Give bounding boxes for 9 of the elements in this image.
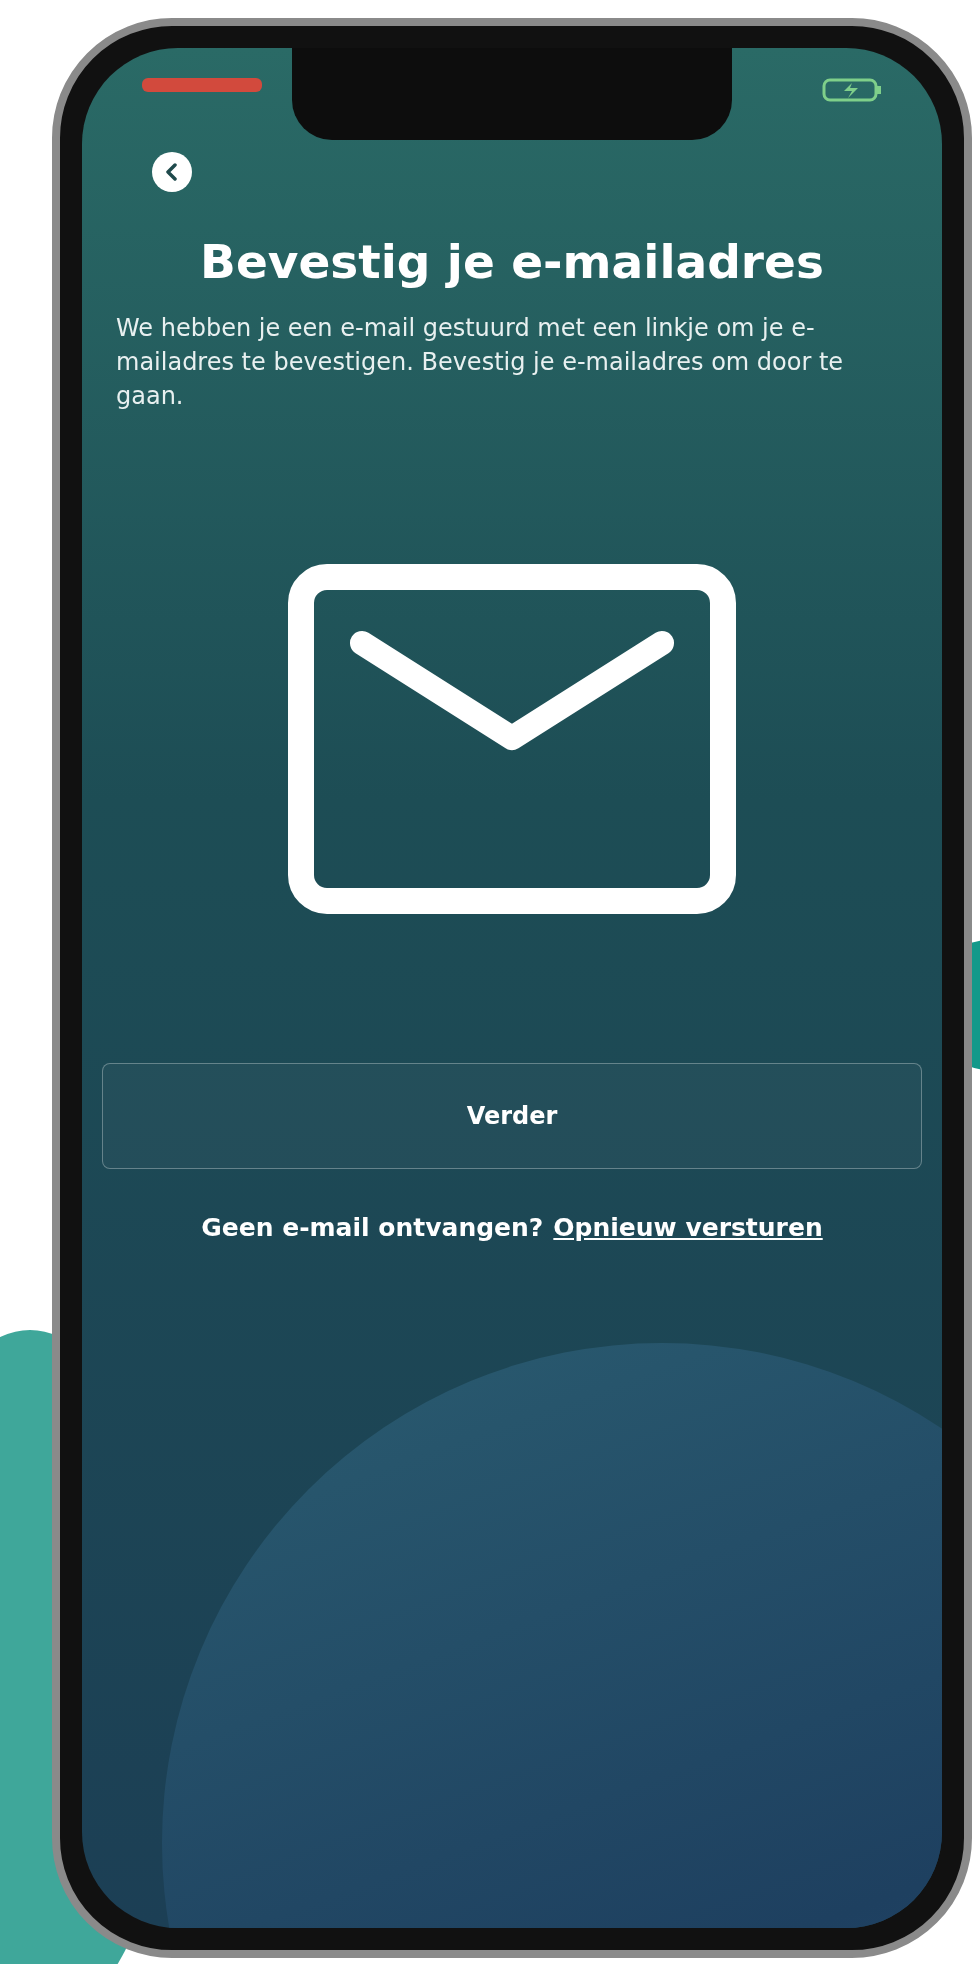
envelope-icon [287,563,737,916]
back-chevron-icon [165,163,179,181]
battery-icon [822,78,882,102]
resend-prompt: Geen e-mail ontvangen? [201,1213,544,1243]
confirmation-message: We hebben je een e-mail gestuurd met een linkje om je e-mailadres te bevestigen. Bevestig je e-mailadres om door te gaan. [116,313,845,413]
resend-link[interactable]: Opnieuw versturen [553,1213,823,1243]
back-button[interactable] [152,152,192,192]
page-title: Bevestig je e-mailadres [200,234,824,289]
continue-button[interactable]: Verder [102,1063,922,1170]
